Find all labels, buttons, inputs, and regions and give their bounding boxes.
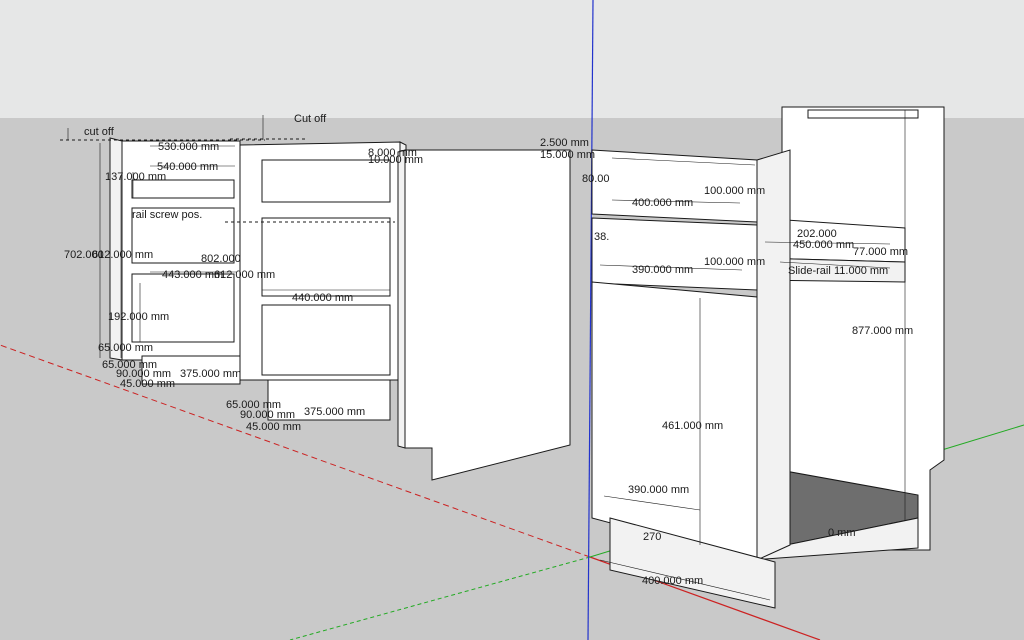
- second-frame-opening-top: [261, 159, 391, 203]
- dim-400a: 400.000 mm: [632, 197, 693, 209]
- dim-2-5: 2.500 mm: [540, 137, 589, 149]
- dim-802: 802.000: [201, 253, 241, 265]
- dim-877: 877.000 mm: [852, 325, 913, 337]
- cabinet-handle-slot: [807, 109, 919, 119]
- dim-11: 11.000 mm: [834, 265, 888, 277]
- label-rail-screw: rail screw pos.: [132, 209, 202, 221]
- model-scene[interactable]: cut off Cut off rail screw pos. Slide-ra…: [0, 0, 1024, 640]
- drawer-front: [591, 217, 758, 291]
- dim-400b: 400.000 mm: [642, 575, 703, 587]
- left-frame-opening-low: [131, 273, 235, 343]
- dim-612b: 612.000 mm: [214, 269, 275, 281]
- dim-270: 270: [643, 531, 661, 543]
- dim-100a: 100.000 mm: [704, 185, 765, 197]
- dim-100b: 100.000 mm: [704, 256, 765, 268]
- label-cut-off-left: cut off: [84, 126, 115, 138]
- 3d-viewport[interactable]: cut off Cut off rail screw pos. Slide-ra…: [0, 0, 1024, 640]
- dim-440: 440.000 mm: [292, 292, 353, 304]
- dim-10: 10.000 mm: [368, 154, 423, 166]
- dim-540: 540.000 mm: [157, 161, 218, 173]
- dim-461: 461.000 mm: [662, 420, 723, 432]
- second-frame-opening-low: [261, 304, 391, 376]
- dim-375b: 375.000 mm: [304, 406, 365, 418]
- label-cut-off-right: Cut off: [294, 113, 327, 125]
- dim-612: 612.000 mm: [92, 249, 153, 261]
- dim-0mm: 0 mm: [828, 527, 856, 539]
- dim-390b: 390.000 mm: [628, 484, 689, 496]
- label-slide-rail: Slide-rail: [788, 265, 831, 277]
- dim-38: 38.: [594, 231, 609, 243]
- dim-77: 77.000 mm: [853, 246, 908, 258]
- cabinet-side-riser: [756, 149, 791, 561]
- dim-45a: 45.000 mm: [120, 378, 175, 390]
- dim-192: 192.000 mm: [108, 311, 169, 323]
- dim-90b: 90.000 mm: [240, 409, 295, 421]
- dim-390a: 390.000 mm: [632, 264, 693, 276]
- side-panel-edge: [397, 149, 406, 449]
- sky-background: [0, 0, 1024, 118]
- dim-80: 80.00: [582, 173, 610, 185]
- dim-65a: 65.000 mm: [98, 342, 153, 354]
- side-panel[interactable]: [397, 149, 571, 481]
- dim-15: 15.000 mm: [540, 149, 595, 161]
- dim-45b: 45.000 mm: [246, 421, 301, 433]
- second-frame-opening-mid: [261, 217, 391, 297]
- dim-530: 530.000 mm: [158, 141, 219, 153]
- side-panel-face: [404, 149, 571, 481]
- dim-450: 450.000 mm: [793, 239, 854, 251]
- dim-375a: 375.000 mm: [180, 368, 241, 380]
- dim-137: 137.000 mm: [105, 171, 166, 183]
